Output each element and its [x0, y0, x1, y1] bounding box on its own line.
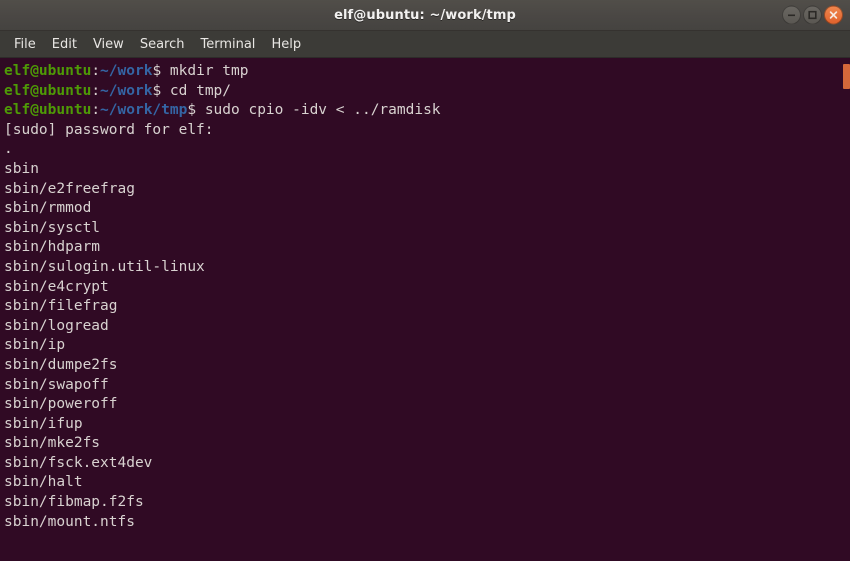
menubar: File Edit View Search Terminal Help: [0, 31, 850, 58]
menu-item-terminal[interactable]: Terminal: [192, 35, 263, 54]
terminal-output-line: sbin/halt: [4, 474, 83, 491]
terminal-output-line: sbin: [4, 160, 39, 177]
terminal-output-line: sbin/hdparm: [4, 239, 101, 256]
window-title: elf@ubuntu: ~/work/tmp: [334, 7, 516, 23]
prompt-path: ~/work: [100, 82, 153, 99]
maximize-icon: [808, 10, 817, 20]
prompt-command: cd tmp/: [161, 82, 232, 99]
terminal-prompt-line: elf@ubuntu:~/work$ mkdir tmp: [4, 62, 850, 82]
close-icon: [829, 11, 838, 19]
minimize-icon: [788, 14, 795, 17]
menu-item-help[interactable]: Help: [263, 35, 309, 54]
prompt-dollar: $: [152, 82, 162, 99]
terminal-output-line: sbin/filefrag: [4, 298, 118, 315]
prompt-dollar: $: [152, 63, 162, 79]
menu-item-edit[interactable]: Edit: [44, 35, 85, 54]
prompt-dollar: $: [187, 102, 197, 119]
close-button[interactable]: [824, 5, 843, 25]
terminal-prompt-line: elf@ubuntu:~/work$ cd tmp/: [4, 82, 850, 102]
terminal-scrollbar[interactable]: [843, 58, 850, 561]
window-titlebar[interactable]: elf@ubuntu: ~/work/tmp: [0, 0, 850, 31]
terminal-output-line: sbin/rmmod: [4, 200, 92, 217]
terminal-output-line: sbin/mke2fs: [4, 435, 101, 452]
prompt-separator: :: [91, 102, 101, 119]
terminal-output-line: sbin/e4crypt: [4, 278, 109, 295]
terminal-prompt-line: elf@ubuntu:~/work/tmp$ sudo cpio -idv < …: [4, 101, 850, 121]
prompt-path: ~/work: [100, 63, 153, 79]
prompt-separator: :: [91, 82, 101, 99]
terminal-output-line: sbin/mount.ntfs: [4, 513, 135, 530]
terminal-output-line: sbin/swapoff: [4, 376, 109, 393]
prompt-user: elf@ubuntu: [4, 63, 92, 79]
terminal-output-line: [sudo] password for elf:: [4, 121, 214, 138]
terminal-output-line: sbin/fibmap.f2fs: [4, 494, 144, 511]
terminal-window: elf@ubuntu: ~/work/tmp File Edit View Se…: [0, 0, 850, 561]
maximize-button[interactable]: [803, 5, 822, 25]
terminal-output-line: sbin/sysctl: [4, 219, 101, 236]
menu-item-view[interactable]: View: [85, 35, 132, 54]
terminal-output-line: sbin/logread: [4, 317, 109, 334]
window-controls: [782, 5, 843, 25]
terminal-output-line: sbin/poweroff: [4, 396, 118, 413]
terminal-screen[interactable]: elf@ubuntu:~/work$ mkdir tmp elf@ubuntu:~…: [0, 58, 850, 561]
scrollbar-thumb[interactable]: [843, 64, 850, 89]
minimize-button[interactable]: [782, 5, 801, 25]
terminal-output-line: sbin/ip: [4, 337, 66, 354]
prompt-path: ~/work/tmp: [100, 102, 188, 119]
terminal-output-line: sbin/dumpe2fs: [4, 356, 118, 373]
terminal-output-line: sbin/ifup: [4, 415, 83, 432]
menu-item-file[interactable]: File: [6, 35, 44, 54]
prompt-user: elf@ubuntu: [4, 82, 92, 99]
terminal-output: elf@ubuntu:~/work$ mkdir tmp elf@ubuntu:~…: [4, 62, 850, 532]
prompt-command: mkdir tmp: [161, 63, 249, 79]
prompt-separator: :: [91, 63, 101, 79]
terminal-output-line: .: [4, 141, 13, 158]
prompt-user: elf@ubuntu: [4, 102, 92, 119]
prompt-command: sudo cpio -idv < ../ramdisk: [196, 102, 441, 119]
terminal-output-line: sbin/e2freefrag: [4, 180, 135, 197]
terminal-output-line: sbin/sulogin.util-linux: [4, 258, 205, 275]
terminal-output-line: sbin/fsck.ext4dev: [4, 454, 153, 471]
menu-item-search[interactable]: Search: [132, 35, 193, 54]
